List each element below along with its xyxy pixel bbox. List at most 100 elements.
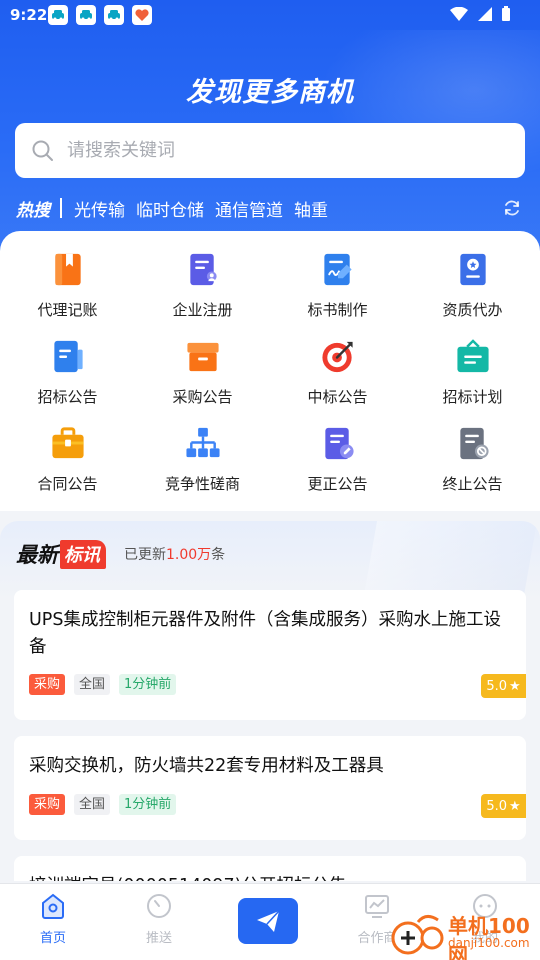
news-card-title: 采购交换机，防火墙共22套专用材料及工器具 (29, 756, 384, 776)
service-label: 招标公告 (37, 388, 98, 406)
clipboard-icon (456, 339, 489, 373)
nav-home[interactable]: 首页 (13, 892, 93, 946)
hot-search-item[interactable]: 轴重 (294, 196, 328, 221)
hot-search-item[interactable]: 光传输 (74, 196, 125, 221)
gauge-icon (147, 894, 171, 918)
status-time: 9:22 (10, 6, 48, 24)
doc-edit-icon (324, 427, 354, 460)
edit-doc-icon (323, 253, 352, 286)
hierarchy-icon (185, 427, 220, 458)
latest-news-section: 最新 标讯 已更新1.00万条 UPS集成控制柜元器件及附件（含集成服务）采购水… (0, 521, 540, 881)
divider (60, 198, 62, 218)
search-icon (32, 140, 53, 161)
watermark-url: danji100.com (448, 936, 530, 950)
doc-stop-icon (459, 427, 489, 460)
services-panel: 代理记账 企业注册 标书制作 资质代办 招标公告 采购公告 中标公告 招标计划 … (0, 231, 540, 511)
service-label: 标书制作 (307, 301, 368, 319)
news-card[interactable]: 培训端定号(0000514097)公开招标公告 (14, 856, 526, 881)
watermark-icon (391, 915, 444, 955)
search-input[interactable] (67, 140, 487, 161)
service-termination-notice[interactable]: 终止公告 (405, 425, 540, 494)
service-tender-plan[interactable]: 招标计划 (405, 338, 540, 407)
box-icon (186, 342, 219, 372)
service-agency-accounting[interactable]: 代理记账 (0, 251, 135, 320)
news-card[interactable]: 采购交换机，防火墙共22套专用材料及工器具 采购 全国 1分钟前 5.0 ★ (14, 736, 526, 840)
send-button[interactable] (238, 898, 298, 944)
service-label: 资质代办 (442, 301, 503, 319)
wifi-icon (450, 6, 468, 21)
time-tag: 1分钟前 (119, 674, 177, 695)
certificate-icon (459, 253, 486, 286)
hot-search-item[interactable]: 通信管道 (215, 196, 283, 221)
heart-app-icon (132, 5, 152, 25)
signal-icon (478, 6, 492, 21)
news-card-tags: 采购 全国 1分钟前 (29, 794, 177, 815)
update-prefix: 已更新 (124, 547, 166, 563)
chart-icon (365, 895, 389, 918)
car-app-icon (104, 5, 124, 25)
time-tag: 1分钟前 (119, 794, 177, 815)
home-icon (42, 893, 64, 919)
car-app-icon (48, 5, 68, 25)
news-update-count: 已更新1.00万条 (124, 544, 225, 564)
service-bid-document[interactable]: 标书制作 (270, 251, 405, 320)
update-suffix: 条 (211, 547, 226, 563)
star-icon: ★ (509, 798, 521, 814)
service-tender-notice[interactable]: 招标公告 (0, 338, 135, 407)
refresh-icon[interactable] (502, 198, 522, 218)
car-app-icon (76, 5, 96, 25)
service-label: 更正公告 (307, 475, 368, 493)
service-purchase-notice[interactable]: 采购公告 (135, 338, 270, 407)
news-title-badge: 标讯 (60, 539, 106, 569)
score-value: 5.0 (486, 798, 508, 814)
doc-tab-icon (53, 340, 83, 373)
service-label: 招标计划 (442, 388, 503, 406)
service-label: 终止公告 (442, 475, 503, 493)
service-label: 企业注册 (172, 301, 233, 319)
update-count: 1.00万 (166, 547, 212, 563)
service-label: 中标公告 (307, 388, 368, 406)
service-label: 竞争性磋商 (164, 475, 240, 493)
nav-push[interactable]: 推送 (119, 892, 199, 946)
nav-label: 推送 (145, 931, 172, 946)
hot-search-label: 热搜 (16, 200, 50, 221)
service-company-register[interactable]: 企业注册 (135, 251, 270, 320)
service-qualification[interactable]: 资质代办 (405, 251, 540, 320)
register-doc-icon (189, 253, 217, 286)
news-card-tags: 采购 全国 1分钟前 (29, 674, 177, 695)
service-competitive-negotiation[interactable]: 竞争性磋商 (135, 425, 270, 494)
battery-icon (502, 6, 510, 21)
news-title: 最新 (16, 543, 58, 567)
target-icon (321, 341, 353, 373)
hero-title: 发现更多商机 (186, 77, 354, 108)
score-badge: 5.0 ★ (481, 674, 526, 698)
service-label: 采购公告 (172, 388, 233, 406)
nav-label: 首页 (39, 931, 66, 946)
book-icon (54, 253, 81, 286)
hot-search-item[interactable]: 临时仓储 (136, 196, 204, 221)
news-card-title: UPS集成控制柜元器件及附件（含集成服务）采购水上施工设备 (29, 610, 501, 657)
star-icon: ★ (509, 678, 521, 694)
hot-search-bar: 热搜 光传输 临时仓储 通信管道 轴重 (16, 196, 524, 221)
news-header: 最新 标讯 已更新1.00万条 (16, 539, 225, 569)
type-tag: 采购 (29, 794, 66, 815)
watermark-text: 单机100网 (448, 914, 530, 960)
service-contract-notice[interactable]: 合同公告 (0, 425, 135, 494)
watermark-logo: 单机100网 danji100.com (390, 908, 540, 960)
region-tag: 全国 (74, 674, 111, 695)
search-bar[interactable] (15, 123, 525, 178)
service-label: 合同公告 (37, 475, 98, 493)
service-label: 代理记账 (37, 301, 98, 319)
score-badge: 5.0 ★ (481, 794, 526, 818)
paper-plane-icon (257, 910, 280, 932)
region-tag: 全国 (74, 794, 111, 815)
status-bar: 9:22 (0, 0, 540, 32)
news-decoration (362, 521, 538, 601)
news-card-title: 培训端定号(0000514097)公开招标公告 (29, 873, 504, 881)
score-value: 5.0 (486, 678, 508, 694)
type-tag: 采购 (29, 674, 66, 695)
service-correction-notice[interactable]: 更正公告 (270, 425, 405, 494)
briefcase-icon (51, 427, 84, 459)
service-award-notice[interactable]: 中标公告 (270, 338, 405, 407)
news-card[interactable]: UPS集成控制柜元器件及附件（含集成服务）采购水上施工设备 采购 全国 1分钟前… (14, 590, 526, 720)
